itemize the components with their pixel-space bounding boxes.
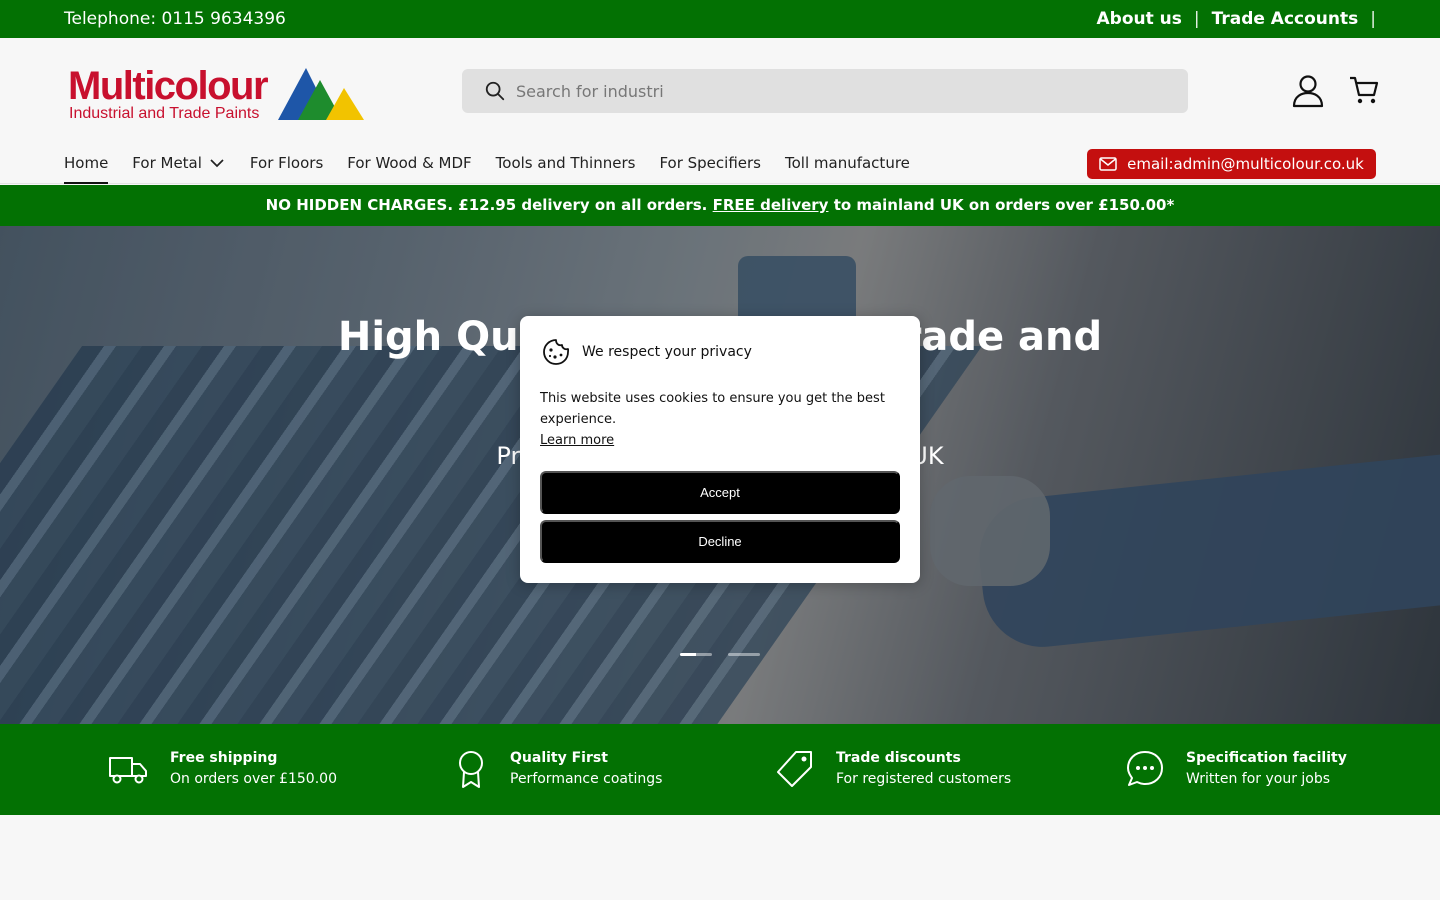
logo-tagline: Industrial and Trade Paints <box>69 105 260 122</box>
main-nav: Home For Metal For Floors For Wood & MDF… <box>64 152 934 184</box>
cookie-text: This website uses cookies to ensure you … <box>540 391 885 427</box>
chat-icon <box>1127 751 1163 786</box>
accept-button[interactable]: Accept <box>540 471 900 514</box>
nav-item-label: Home <box>64 154 109 172</box>
nav-item-label: For Floors <box>249 154 324 172</box>
nav-item-label: Toll manufacture <box>785 154 910 172</box>
separator: | <box>1193 9 1200 29</box>
feature-subtitle: Written for your jobs <box>1186 771 1331 787</box>
cookie-icon <box>543 339 570 365</box>
truck-icon <box>109 757 147 784</box>
nav-item-label: For Wood & MDF <box>347 154 472 172</box>
site-header: Multicolour Industrial and Trade Paints … <box>0 38 1440 184</box>
feature-trade-discounts: Trade discounts For registered customers <box>776 748 1011 790</box>
mail-icon <box>1099 157 1117 171</box>
features-bar: Free shipping On orders over £150.00 Qua… <box>0 724 1440 815</box>
nav-item-home[interactable]: Home <box>64 152 109 184</box>
announcement-text-end: to mainland UK on orders over £150.00* <box>833 196 1175 214</box>
phone-number[interactable]: Telephone: 0115 9634396 <box>64 9 286 29</box>
decline-button[interactable]: Decline <box>540 520 900 563</box>
slide-dot-1[interactable] <box>680 653 712 656</box>
feature-specification: Specification facility Written for your … <box>1126 748 1347 790</box>
nav-item-label: For Specifiers <box>659 154 761 172</box>
nav-item-label: Tools and Thinners <box>495 154 636 172</box>
separator: | <box>1370 9 1376 29</box>
email-button-label: email:admin@multicolour.co.uk <box>1127 155 1364 173</box>
feature-title: Quality First <box>510 750 608 766</box>
learn-more-link[interactable]: Learn more <box>540 430 614 451</box>
feature-quality-first: Quality First Performance coatings <box>454 748 662 790</box>
top-bar: Telephone: 0115 9634396 About us | Trade… <box>0 0 1440 38</box>
slider-pagination <box>680 653 760 656</box>
search-input[interactable] <box>516 69 1156 113</box>
logo[interactable]: Multicolour Industrial and Trade Paints <box>64 64 366 126</box>
top-links: About us | Trade Accounts | <box>1097 9 1377 29</box>
nav-item-for-metal[interactable]: For Metal <box>132 152 226 184</box>
feature-title: Trade discounts <box>836 750 961 766</box>
cookie-header: We respect your privacy <box>542 338 752 366</box>
feature-title: Free shipping <box>170 750 278 766</box>
nav-item-specifiers[interactable]: For Specifiers <box>659 152 761 184</box>
nav-item-for-floors[interactable]: For Floors <box>250 152 323 184</box>
cookie-dialog: We respect your privacy This website use… <box>520 316 920 583</box>
award-icon <box>459 751 483 788</box>
announcement-bar: NO HIDDEN CHARGES. £12.95 delivery on al… <box>0 185 1440 226</box>
feature-subtitle: For registered customers <box>836 771 1012 787</box>
feature-subtitle: Performance coatings <box>510 771 663 787</box>
tag-icon <box>777 751 812 787</box>
trade-accounts-link[interactable]: Trade Accounts <box>1212 9 1359 29</box>
nav-item-tools[interactable]: Tools and Thinners <box>496 152 636 184</box>
email-button[interactable]: email:admin@multicolour.co.uk <box>1087 149 1376 179</box>
cookie-title: We respect your privacy <box>582 344 752 360</box>
feature-free-shipping: Free shipping On orders over £150.00 <box>108 748 337 790</box>
about-us-link[interactable]: About us <box>1097 9 1182 29</box>
chevron-down-icon <box>210 159 224 168</box>
nav-item-for-wood[interactable]: For Wood & MDF <box>347 152 471 184</box>
free-delivery-link[interactable]: FREE delivery <box>713 196 829 214</box>
nav-item-label: For Metal <box>132 154 202 172</box>
nav-item-toll[interactable]: Toll manufacture <box>785 152 910 184</box>
cookie-body: This website uses cookies to ensure you … <box>540 388 900 451</box>
cart-icon[interactable] <box>1348 74 1380 106</box>
search-bar[interactable] <box>462 69 1188 113</box>
slide-dot-2[interactable] <box>728 653 760 656</box>
logo-triangles-icon <box>278 68 364 120</box>
feature-subtitle: On orders over £150.00 <box>170 771 337 787</box>
announcement-text: NO HIDDEN CHARGES. £12.95 delivery on al… <box>265 196 708 214</box>
account-icon[interactable] <box>1290 74 1326 108</box>
search-icon[interactable] <box>484 80 506 102</box>
feature-title: Specification facility <box>1186 750 1347 766</box>
logo-brand: Multicolour <box>68 64 269 108</box>
